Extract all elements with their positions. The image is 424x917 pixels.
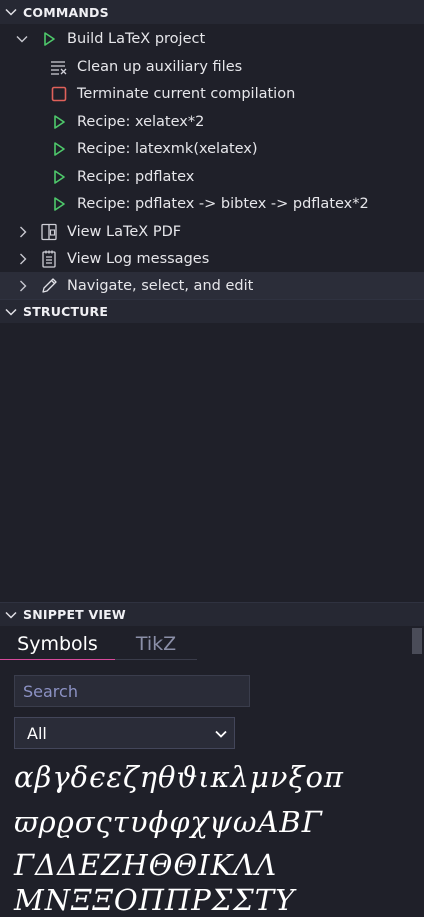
recipe-label: Recipe: latexmk(xelatex): [77, 140, 258, 157]
navigate-label: Navigate, select, and edit: [67, 277, 254, 294]
play-icon: [54, 169, 65, 184]
command-view-log[interactable]: View Log messages: [0, 245, 424, 272]
command-view-pdf[interactable]: View LaTeX PDF: [0, 218, 424, 245]
category-select[interactable]: All: [14, 717, 235, 749]
command-recipe[interactable]: Recipe: xelatex*2: [0, 108, 424, 135]
chevron-down-icon: [215, 730, 227, 738]
symbol-row[interactable]: ΓΔΔEZHΘΘIKΛΛ: [14, 848, 277, 882]
chevron-right-icon[interactable]: [16, 279, 30, 293]
tab-tikz-label: TikZ: [135, 632, 177, 655]
terminate-label: Terminate current compilation: [77, 85, 296, 102]
clean-aux-label: Clean up auxiliary files: [77, 58, 243, 75]
recipe-label: Recipe: pdflatex: [77, 168, 195, 185]
chevron-down-icon: [5, 308, 17, 316]
command-navigate[interactable]: Navigate, select, and edit: [0, 272, 424, 299]
symbol-row[interactable]: αβγδϵεζηθϑικλμνξοπ: [14, 760, 344, 794]
recipe-label: Recipe: pdflatex -> bibtex -> pdflatex*2: [77, 195, 369, 212]
command-build-project[interactable]: Build LaTeX project: [0, 25, 424, 52]
snippet-view-section-header[interactable]: SNIPPET VIEW: [0, 602, 424, 626]
scrollbar-thumb[interactable]: [412, 628, 422, 654]
recipe-label: Recipe: xelatex*2: [77, 113, 205, 130]
symbol-row[interactable]: ϖρϱσςτυϕφχψωABΓ: [14, 805, 323, 839]
command-clean-aux[interactable]: Clean up auxiliary files: [0, 53, 424, 80]
structure-header-label: STRUCTURE: [23, 304, 109, 319]
play-icon: [44, 31, 55, 46]
tab-symbols-label: Symbols: [17, 632, 98, 655]
chevron-down-icon[interactable]: [15, 32, 29, 46]
commands-section-header[interactable]: COMMANDS: [0, 0, 424, 24]
build-project-label: Build LaTeX project: [67, 30, 206, 47]
stop-icon: [51, 86, 67, 101]
symbol-row[interactable]: MNΞΞOΠΠPΣΣTΥ: [14, 883, 295, 917]
view-pdf-label: View LaTeX PDF: [67, 223, 182, 240]
structure-section-header[interactable]: STRUCTURE: [0, 299, 424, 323]
play-icon: [54, 141, 65, 156]
symbol-search-input[interactable]: Search: [14, 675, 250, 707]
snippet-tabs: Symbols TikZ: [0, 628, 424, 660]
play-icon: [54, 196, 65, 211]
chevron-right-icon[interactable]: [16, 225, 30, 239]
chevron-down-icon: [5, 611, 17, 619]
tab-symbols[interactable]: Symbols: [0, 628, 115, 660]
command-terminate[interactable]: Terminate current compilation: [0, 80, 424, 107]
tab-tikz[interactable]: TikZ: [115, 628, 197, 660]
commands-header-label: COMMANDS: [23, 4, 109, 20]
command-recipe[interactable]: Recipe: latexmk(xelatex): [0, 135, 424, 162]
notebook-icon: [42, 250, 56, 268]
chevron-right-icon[interactable]: [16, 252, 30, 266]
edit-icon: [42, 277, 57, 293]
snippet-view-header-label: SNIPPET VIEW: [23, 607, 126, 622]
clear-all-icon: [51, 60, 67, 75]
search-placeholder: Search: [23, 681, 78, 701]
play-icon: [54, 114, 65, 129]
command-recipe[interactable]: Recipe: pdflatex -> bibtex -> pdflatex*2: [0, 190, 424, 217]
view-log-label: View Log messages: [67, 250, 210, 267]
chevron-down-icon: [5, 8, 17, 16]
category-select-value: All: [27, 723, 47, 743]
open-preview-icon: [41, 223, 57, 240]
command-recipe[interactable]: Recipe: pdflatex: [0, 163, 424, 190]
